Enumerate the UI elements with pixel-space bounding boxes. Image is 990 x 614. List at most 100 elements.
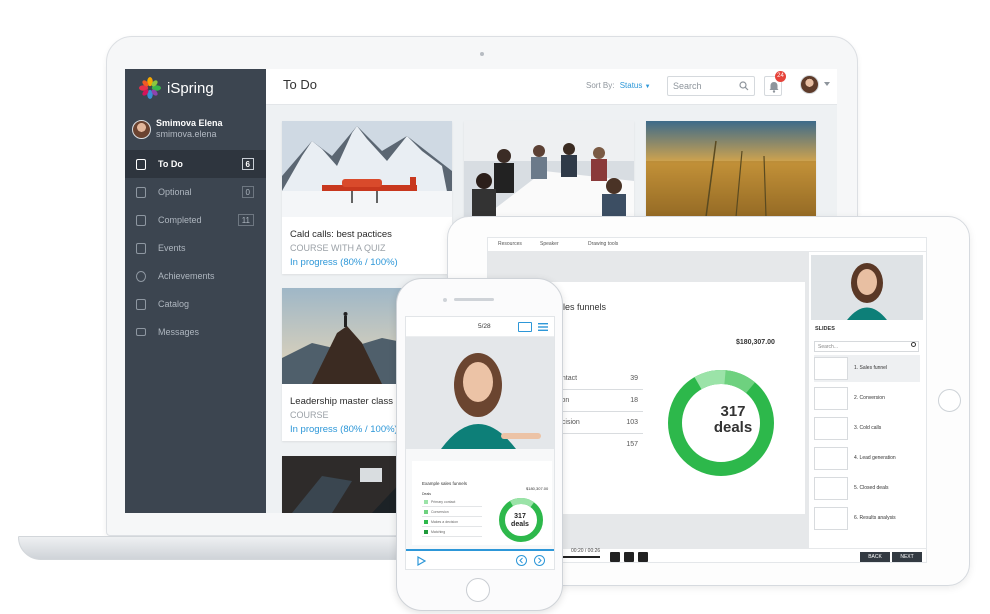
slide-thumb-label: 6. Results analysis [854,515,896,521]
row-label: Conversion [431,510,449,514]
sort-value[interactable]: Status [620,81,643,90]
slide-thumbnail[interactable]: 6. Results analysis [814,505,920,532]
search-placeholder: Search [673,81,702,91]
slides-search-input[interactable]: Search... [814,341,919,352]
course-card[interactable] [464,121,634,217]
card-progress: In progress (80% / 100%) [290,424,398,435]
slide-total: $180,307.00 [526,486,549,491]
table-row: 157 [558,434,643,456]
sidebar-item-optional[interactable]: Optional 0 [125,178,266,206]
card-type: COURSE [290,410,329,420]
donut-label: deals [713,419,753,436]
slide-thumbnail[interactable]: 3. Cold calls [814,415,920,442]
user-login: smimova.elena [156,129,217,139]
sidebar-item-todo[interactable]: To Do 6 [125,150,266,178]
avatar [132,119,151,139]
ispring-logo-icon [139,77,161,99]
header-avatar[interactable] [800,75,819,94]
slide-thumbnail[interactable]: 2. Conversion [814,385,920,412]
sidebar-item-label: Achievements [158,271,215,281]
user-profile[interactable]: Smimova Elena smimova.elena [125,111,266,147]
notes-icon[interactable] [518,322,532,332]
volume-icon[interactable] [624,552,634,562]
count-badge: 0 [241,186,254,198]
slide-title: Example sales funnels [422,481,468,486]
card-title[interactable]: Leadership master class [290,396,393,407]
table-row: ontact 39 [558,368,643,390]
slide-title: ales funnels [558,302,607,312]
donut-number: 317 [720,403,746,420]
card-title[interactable]: Cald calls: best pactices [290,229,392,240]
sidebar-item-achievements[interactable]: Achievements [125,262,266,290]
progress-bar[interactable] [560,556,600,558]
donut-center: 317 deals [502,513,538,529]
course-card[interactable]: Cald calls: best pactices COURSE WITH A … [282,121,452,274]
donut-label: deals [511,521,529,528]
menu-icon[interactable] [538,322,548,332]
document-icon [136,186,146,198]
envelope-icon [136,328,146,336]
tab-resources[interactable]: Resources [498,241,522,247]
fullscreen-icon[interactable] [638,552,648,562]
sidebar-item-label: Messages [158,327,200,337]
notifications-button[interactable]: 24 [764,71,786,96]
row-value: 39 [630,375,638,382]
mobile-slide: Example sales funnels $180,307.00 Deals … [406,449,554,549]
previous-icon[interactable] [516,555,527,566]
table-row: ecision 103 [558,412,643,434]
chevron-down-icon: ▼ [644,84,651,90]
slide-thumb-label: 4. Lead generation [854,455,896,461]
table-row: Primary contact [422,497,482,507]
row-value: 103 [626,419,638,426]
phone-speaker [454,298,494,301]
tab-drawing-tools[interactable]: Drawing tools [588,241,618,247]
slide-thumb-label: 2. Conversion [854,395,885,401]
table-row: Conversion [422,507,482,517]
slide-thumbnail[interactable]: 5. Closed deals [814,475,920,502]
user-name: Smimova Elena [156,118,223,128]
card-image-airplane [282,121,452,217]
sidebar-item-completed[interactable]: Completed 11 [125,206,266,234]
sidebar-item-label: Optional [158,187,192,197]
calendar-icon [136,158,146,170]
row-label: Matching [431,530,446,534]
count-badge: 6 [241,158,254,170]
slide-thumbnail[interactable]: 4. Lead generation [814,445,920,472]
sidebar-item-messages[interactable]: Messages [125,318,266,346]
row-value: 157 [626,441,638,448]
table-row: tion 18 [558,390,643,412]
phone-camera [443,298,447,302]
deals-label: Deals [422,492,431,496]
checkbox-icon [136,214,146,226]
catalog-icon [136,298,146,310]
card-image-wheat-field [646,121,816,217]
slide: Example sales funnels $180,307.00 Deals … [412,461,552,545]
brand[interactable]: iSpring [139,77,214,99]
page-counter: 5/28 [478,323,491,330]
slide-thumbnail[interactable]: 1. Sales funnel [814,355,920,382]
play-icon[interactable] [416,556,426,566]
slide-total: $180,307.00 [736,339,775,346]
row-label: Makes a decision [431,520,459,524]
sort-control[interactable]: Sort By: Status ▼ [586,81,651,90]
back-button[interactable]: BACK [860,552,890,562]
mobile-player-header: 5/28 [406,317,554,337]
replay-icon[interactable] [610,552,620,562]
top-bar: To Do Sort By: Status ▼ Search 24 [266,69,837,105]
tab-speaker[interactable]: Speaker [540,241,559,247]
medal-icon [136,270,146,282]
chevron-down-icon[interactable] [824,82,830,86]
course-card[interactable] [646,121,816,217]
next-icon[interactable] [534,555,545,566]
sidebar-item-events[interactable]: Events [125,234,266,262]
sidebar-item-label: To Do [158,159,183,169]
slide-thumb-label: 1. Sales funnel [854,365,888,371]
next-button[interactable]: NEXT [892,552,922,562]
row-label: Primary contact [431,500,456,504]
row-value: 18 [630,397,638,404]
donut-center: 317 deals [678,404,788,436]
search-icon [739,81,749,91]
sidebar-item-catalog[interactable]: Catalog [125,290,266,318]
card-type: COURSE WITH A QUIZ [290,243,386,253]
search-input[interactable]: Search [667,76,755,96]
